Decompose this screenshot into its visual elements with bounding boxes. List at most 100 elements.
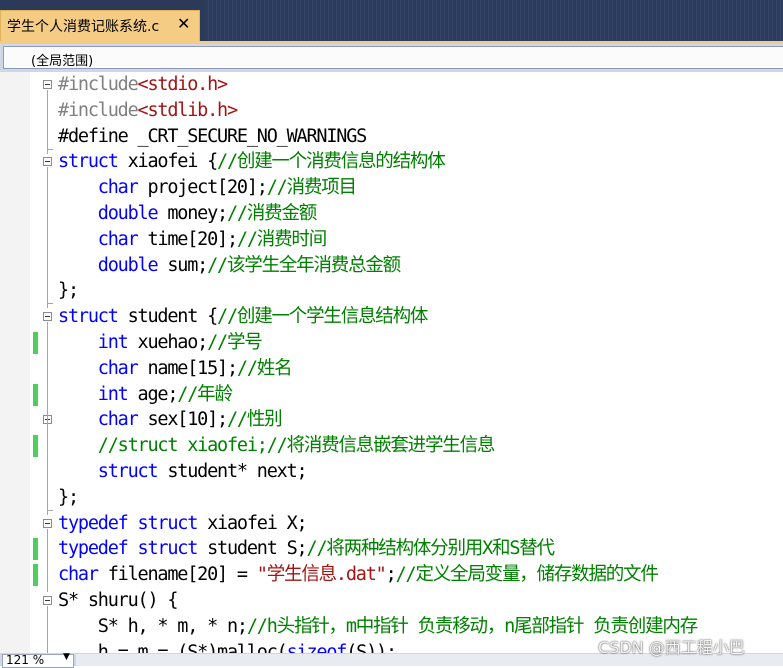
code-line[interactable]: S* shuru() { <box>58 588 178 614</box>
outline-guide <box>47 606 48 653</box>
change-marker <box>33 435 38 458</box>
code-token: //struct xiaofei;//将消费信息嵌套进学生信息 <box>97 435 496 457</box>
fold-toggle[interactable] <box>43 596 52 605</box>
code-line[interactable]: char project[20];//消费项目 <box>58 175 357 201</box>
code-token: xuehao; <box>127 332 209 353</box>
close-icon[interactable]: ✕ <box>177 14 190 33</box>
code-line[interactable]: struct xiaofei {//创建一个消费信息的结构体 <box>58 149 446 175</box>
code-line[interactable]: char name[15];//姓名 <box>58 356 293 382</box>
code-line[interactable]: typedef struct student S;//将两种结构体分别用X和S替… <box>58 536 556 562</box>
change-marker <box>33 538 38 561</box>
code-token: //性别 <box>226 409 283 431</box>
code-token: //学号 <box>207 332 263 353</box>
code-token: //创建一个学生信息结构体 <box>217 306 428 328</box>
code-line[interactable]: }; <box>58 278 79 304</box>
code-token: (S)); <box>346 641 397 653</box>
fold-toggle[interactable] <box>43 312 52 322</box>
code-token: double <box>97 254 159 276</box>
code-token: //消费金额 <box>226 203 317 224</box>
code-token: student* next; <box>157 461 307 482</box>
code-token: money; <box>157 203 228 224</box>
fold-toggle[interactable] <box>43 157 52 167</box>
outline-end <box>47 303 53 305</box>
outline-guide <box>47 90 48 154</box>
code-line[interactable]: #define _CRT_SECURE_NO_WARNINGS <box>58 124 367 150</box>
code-token: "学生信息.dat" <box>256 564 387 586</box>
code-line[interactable]: struct student* next; <box>58 459 308 485</box>
code-token: char <box>97 177 139 199</box>
code-token: h = m = (S*)malloc( <box>58 641 288 653</box>
code-token: xiaofei X; <box>197 512 308 534</box>
outline-guide <box>47 322 48 515</box>
code-line[interactable]: //struct xiaofei;//将消费信息嵌套进学生信息 <box>58 433 496 459</box>
code-token: sum; <box>157 254 208 276</box>
code-token: ; <box>385 564 397 586</box>
code-token: char <box>97 357 139 379</box>
code-token: <stdio.h> <box>137 74 229 95</box>
fold-toggle[interactable] <box>43 518 52 528</box>
code-line[interactable]: #include<stdlib.h> <box>58 98 238 124</box>
code-token: //创建一个消费信息的结构体 <box>217 151 446 173</box>
tab-active-document[interactable]: 学生个人消费记账系统.c ✕ <box>0 10 200 41</box>
code-token: }; <box>58 280 79 302</box>
code-line[interactable]: double sum;//该学生全年消费总金额 <box>58 253 401 279</box>
code-token: time[20]; <box>137 228 238 250</box>
code-editor[interactable]: #include<stdio.h> #include<stdlib.h> #defi… <box>0 72 783 653</box>
code-line[interactable]: typedef struct xiaofei X; <box>58 511 308 537</box>
code-token: double <box>97 203 159 224</box>
code-token: char <box>97 409 139 431</box>
code-token: }; <box>58 486 79 508</box>
code-token: struct <box>137 538 199 560</box>
code-token: xiaofei { <box>117 151 219 173</box>
tab-strip-background <box>205 0 783 41</box>
code-line[interactable]: int xuehao;//学号 <box>58 330 263 356</box>
outline-guide <box>47 167 48 309</box>
code-token: filename[20] = <box>97 564 257 586</box>
outline-end <box>47 148 53 150</box>
code-line[interactable]: char sex[10];//性别 <box>58 407 283 433</box>
code-token: //将两种结构体分别用X和S替代 <box>306 538 556 560</box>
code-line[interactable]: struct student {//创建一个学生信息结构体 <box>58 304 428 330</box>
editor-gutter <box>0 72 30 653</box>
code-token: typedef <box>58 512 129 534</box>
code-token: project[20]; <box>137 177 267 199</box>
code-token: struct <box>58 306 119 328</box>
change-marker <box>33 383 38 406</box>
code-line[interactable]: int age;//年龄 <box>58 382 233 408</box>
code-token: //姓名 <box>236 357 293 379</box>
code-token: struct <box>58 151 119 173</box>
change-marker <box>33 564 38 587</box>
code-token: #include <box>58 74 139 95</box>
code-line[interactable]: double money;//消费金额 <box>58 201 317 227</box>
code-line[interactable]: }; <box>58 485 79 511</box>
scope-label: (全局范围) <box>31 54 94 69</box>
code-token: //定义全局变量，储存数据的文件 <box>395 564 659 586</box>
code-token: //消费项目 <box>266 177 357 199</box>
code-line[interactable]: h = m = (S*)malloc(sizeof(S)); <box>58 640 397 653</box>
change-marker <box>33 332 38 354</box>
document-tab-strip: 学生个人消费记账系统.c ✕ <box>0 0 783 41</box>
code-line[interactable]: #include<stdio.h> <box>58 72 229 98</box>
navigation-bar: (全局范围) <box>0 44 783 72</box>
code-token: char <box>58 564 99 586</box>
code-token: char <box>97 228 139 250</box>
code-line[interactable]: char time[20];//消费时间 <box>58 227 327 253</box>
scope-dropdown[interactable]: (全局范围) <box>3 46 783 69</box>
outline-end <box>47 509 53 511</box>
code-token: //该学生全年消费总金额 <box>207 254 401 276</box>
code-token: name[15]; <box>137 357 238 379</box>
code-token: //消费时间 <box>236 228 327 250</box>
code-line[interactable]: char filename[20] = "学生信息.dat";//定义全局变量，… <box>58 562 659 588</box>
fold-toggle[interactable] <box>43 80 52 89</box>
